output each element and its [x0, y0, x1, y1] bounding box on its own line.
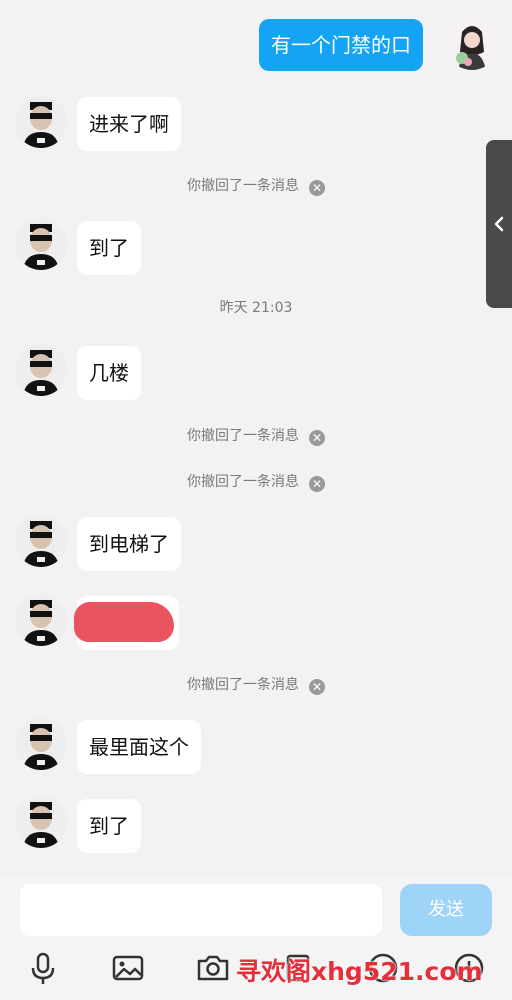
- contact-avatar-image: [15, 718, 67, 770]
- incoming-message-bubble[interactable]: 到电梯了: [77, 517, 181, 571]
- contact-avatar[interactable]: [15, 96, 67, 148]
- contact-avatar-image: [15, 344, 67, 396]
- outgoing-message-bubble[interactable]: 有一个门禁的口: [259, 19, 423, 71]
- incoming-message-bubble[interactable]: 到了: [77, 221, 141, 275]
- recall-notice: 你撤回了一条消息 ✕: [0, 426, 512, 446]
- contact-avatar[interactable]: [15, 344, 67, 396]
- incoming-message-bubble[interactable]: 几楼: [77, 346, 141, 400]
- contact-avatar[interactable]: [15, 594, 67, 646]
- incoming-message-bubble[interactable]: 最里面这个: [77, 720, 201, 774]
- close-icon[interactable]: ✕: [309, 430, 325, 446]
- incoming-message-bubble[interactable]: 到了: [77, 799, 141, 853]
- redaction-mark: [74, 602, 174, 642]
- contact-avatar[interactable]: [15, 218, 67, 270]
- chevron-left-icon: [494, 216, 504, 232]
- contact-avatar-image: [15, 515, 67, 567]
- side-panel-handle[interactable]: [486, 140, 512, 308]
- close-icon[interactable]: ✕: [309, 180, 325, 196]
- recall-notice: 你撤回了一条消息 ✕: [0, 472, 512, 492]
- microphone-icon[interactable]: [23, 948, 63, 988]
- watermark: 寻欢阁xhg521.com: [236, 957, 483, 986]
- close-icon[interactable]: ✕: [309, 679, 325, 695]
- recall-text: 你撤回了一条消息: [187, 428, 299, 444]
- recall-notice: 你撤回了一条消息 ✕: [0, 176, 512, 196]
- contact-avatar-image: [15, 96, 67, 148]
- recall-notice: 你撤回了一条消息 ✕: [0, 675, 512, 695]
- contact-avatar-image: [15, 796, 67, 848]
- contact-avatar[interactable]: [15, 718, 67, 770]
- contact-avatar-image: [15, 594, 67, 646]
- send-button[interactable]: 发送: [400, 884, 492, 936]
- my-avatar[interactable]: [446, 18, 498, 70]
- message-input[interactable]: [20, 884, 382, 936]
- my-avatar-image: [446, 18, 498, 70]
- incoming-message-bubble[interactable]: 进来了啊: [77, 97, 181, 151]
- recall-text: 你撤回了一条消息: [187, 178, 299, 194]
- timestamp: 昨天 21:03: [219, 300, 293, 316]
- image-icon[interactable]: [108, 948, 148, 988]
- camera-icon[interactable]: [193, 948, 233, 988]
- contact-avatar[interactable]: [15, 515, 67, 567]
- contact-avatar[interactable]: [15, 796, 67, 848]
- recall-text: 你撤回了一条消息: [187, 677, 299, 693]
- contact-avatar-image: [15, 218, 67, 270]
- close-icon[interactable]: ✕: [309, 476, 325, 492]
- recall-text: 你撤回了一条消息: [187, 474, 299, 490]
